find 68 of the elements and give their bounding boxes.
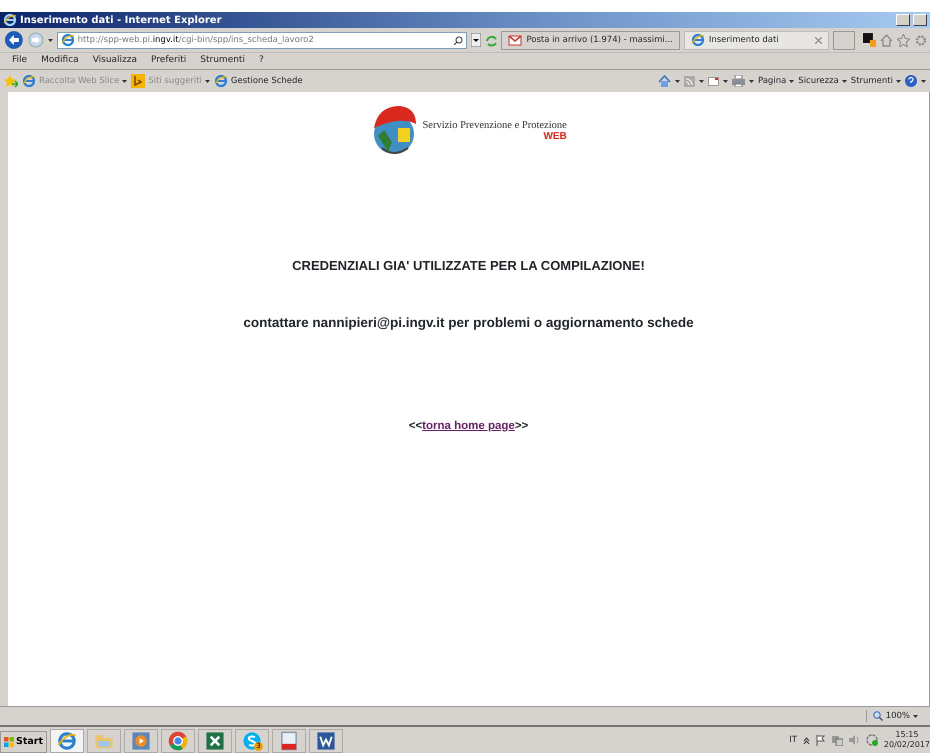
spreadsheet-icon bbox=[205, 731, 226, 751]
window-title: Inserimento dati - Internet Explorer bbox=[20, 14, 222, 28]
print-icon[interactable] bbox=[732, 75, 745, 87]
command-menu[interactable]: Strumenti bbox=[850, 74, 901, 88]
taskbar-app[interactable] bbox=[50, 729, 84, 753]
browser-icon bbox=[22, 74, 36, 88]
clock-time[interactable]: 15:15 bbox=[895, 730, 918, 740]
contact-message: contattare nannipieri@pi.ingv.it per problemi o aggiornamento schede bbox=[243, 314, 694, 332]
chrome-icon bbox=[168, 731, 188, 751]
bing-icon bbox=[131, 74, 146, 88]
command-menu[interactable]: Sicurezza bbox=[798, 74, 847, 88]
caret-icon[interactable] bbox=[896, 80, 901, 82]
dropdown-icon[interactable] bbox=[470, 33, 481, 47]
link-bracket: << bbox=[408, 420, 422, 432]
home-page-link[interactable]: torna home page bbox=[422, 420, 515, 432]
mail-icon[interactable] bbox=[708, 76, 719, 86]
windows-logo-icon bbox=[4, 737, 14, 747]
language-indicator[interactable]: IT bbox=[789, 734, 797, 746]
close-icon[interactable] bbox=[814, 36, 822, 44]
flag-icon[interactable] bbox=[816, 734, 826, 746]
caret-icon[interactable] bbox=[789, 80, 794, 82]
address-field[interactable]: http://spp-web.pi.ingv.it/cgi-bin/spp/ins_scheda_lavoro2 bbox=[56, 32, 467, 48]
help-icon[interactable] bbox=[905, 75, 917, 87]
caret-icon[interactable] bbox=[842, 80, 847, 82]
browser-tab[interactable]: Posta in arrivo (1.974) - massimi... bbox=[501, 30, 680, 50]
taskbar-app[interactable] bbox=[272, 729, 306, 753]
pdf-document-icon bbox=[279, 731, 300, 751]
error-heading: CREDENZIALI GIA' UTILIZZATE PER LA COMPILAZIONE! bbox=[292, 257, 645, 275]
caret-icon[interactable] bbox=[674, 80, 680, 82]
menu-item[interactable]: Visualizza bbox=[92, 54, 138, 68]
browser-icon bbox=[690, 33, 705, 47]
browser-icon bbox=[57, 731, 78, 751]
menu-item[interactable]: File bbox=[12, 54, 28, 68]
media-player-icon bbox=[131, 731, 152, 751]
minimize-button[interactable] bbox=[896, 14, 910, 26]
command-menu[interactable]: Pagina bbox=[758, 74, 794, 88]
taskbar-app[interactable] bbox=[309, 729, 344, 753]
menu-item[interactable]: Preferiti bbox=[151, 54, 186, 68]
logo-title: Servizio Prevenzione e Protezione bbox=[422, 118, 567, 132]
favorites-link[interactable]: Gestione Schede bbox=[214, 74, 303, 88]
maximize-button[interactable] bbox=[913, 14, 927, 26]
zoom-icon bbox=[872, 711, 883, 721]
back-icon[interactable] bbox=[4, 30, 24, 50]
show-hidden-icons-icon[interactable] bbox=[802, 736, 810, 744]
caret-icon[interactable] bbox=[722, 80, 728, 82]
clock-date[interactable]: 20/02/2017 bbox=[884, 740, 930, 750]
link-bracket: >> bbox=[514, 420, 528, 432]
caret-icon[interactable] bbox=[913, 714, 918, 718]
mail-icon bbox=[508, 33, 522, 47]
search-icon[interactable] bbox=[454, 36, 463, 44]
menu-item[interactable]: ? bbox=[258, 54, 264, 68]
zoom-control[interactable]: 100% bbox=[866, 710, 924, 722]
logo-subtitle: WEB bbox=[543, 130, 567, 144]
taskbar-app[interactable] bbox=[161, 729, 196, 753]
browser-icon bbox=[214, 74, 228, 88]
menu-item[interactable]: Modifica bbox=[41, 54, 79, 68]
caret-icon[interactable] bbox=[748, 80, 754, 82]
caret-icon[interactable] bbox=[48, 38, 53, 42]
browser-icon bbox=[3, 13, 17, 27]
start-button[interactable]: Start bbox=[0, 731, 48, 753]
document-icon bbox=[316, 731, 336, 751]
taskbar-app[interactable] bbox=[198, 729, 232, 753]
page-icon bbox=[60, 33, 75, 47]
menu-item[interactable]: Strumenti bbox=[200, 54, 245, 68]
caret-icon[interactable] bbox=[698, 80, 704, 82]
browser-tab[interactable]: Inserimento dati bbox=[684, 30, 829, 50]
network-icon[interactable] bbox=[832, 734, 843, 746]
caret-icon[interactable] bbox=[921, 80, 926, 82]
